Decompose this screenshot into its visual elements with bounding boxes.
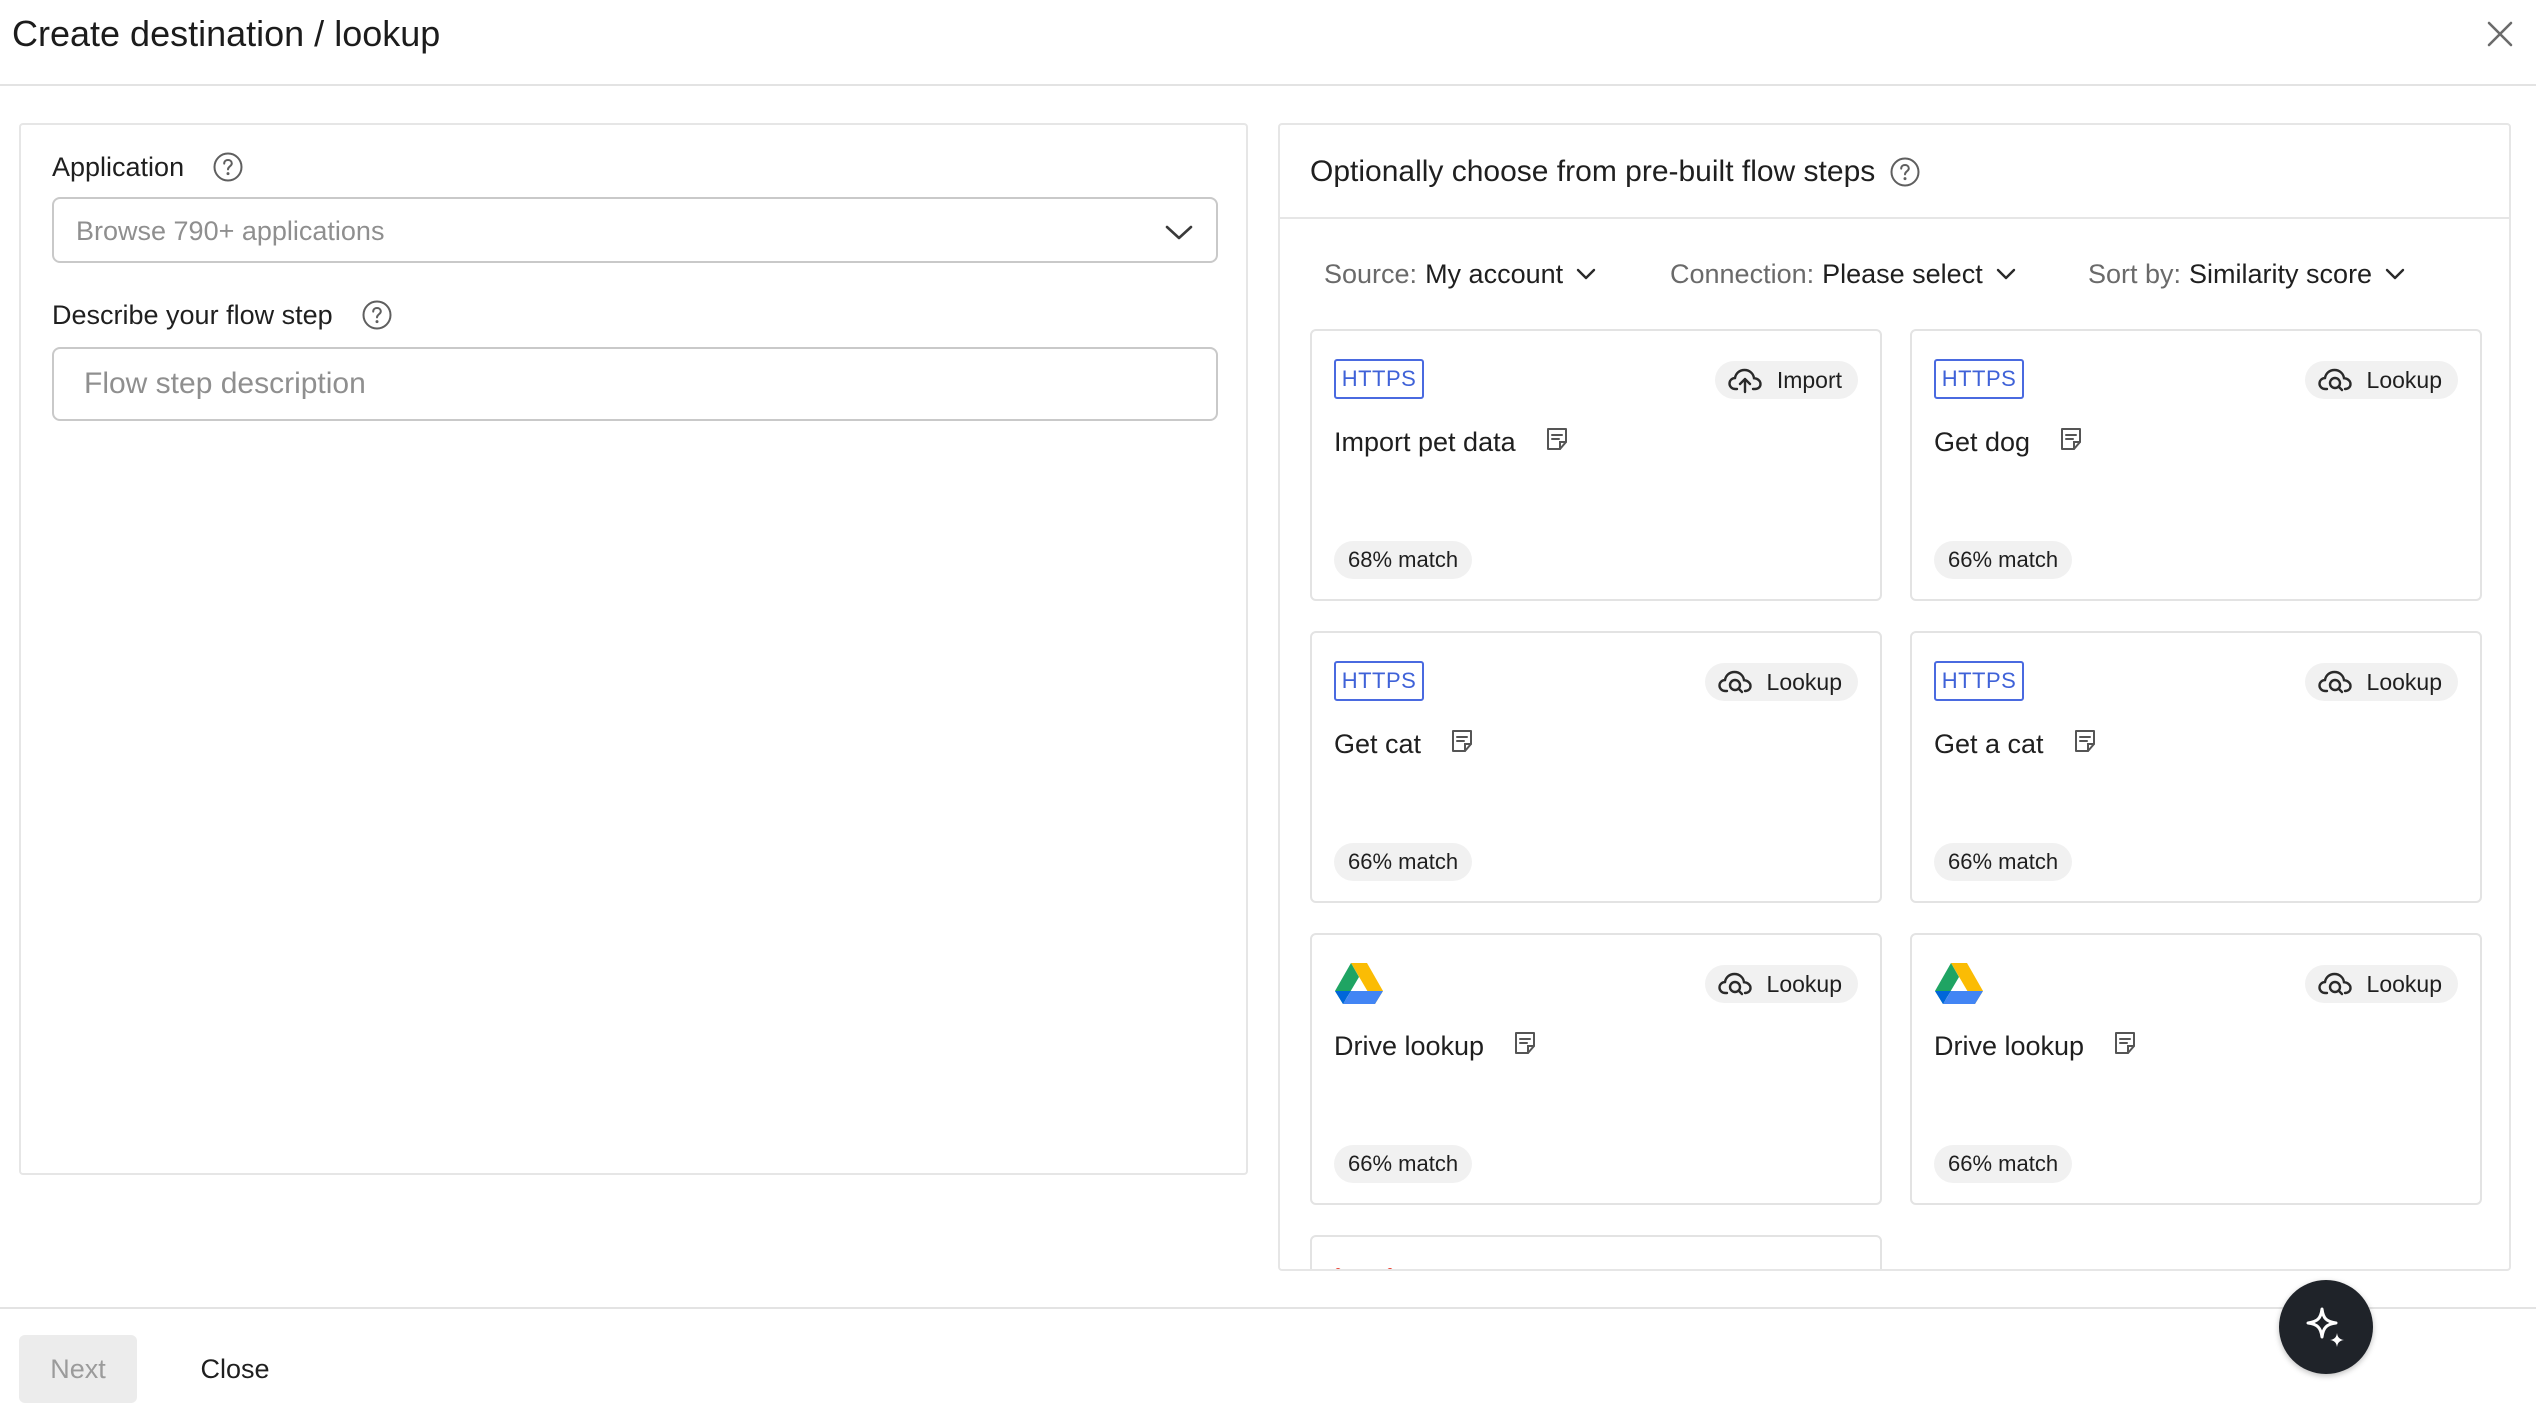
type-label: Lookup [2366, 366, 2442, 393]
https-badge: HTTPS [1334, 661, 1424, 701]
match-score: 66% match [1334, 1145, 1473, 1183]
google-drive-logo [1335, 963, 1383, 1004]
filter-value: My account [1425, 259, 1564, 289]
cloud-search-icon [2317, 368, 2352, 392]
match-score: 66% match [1934, 1145, 2073, 1183]
ai-assistant-button[interactable] [2279, 1280, 2373, 1374]
match-score: 68% match [1334, 541, 1473, 579]
chevron-down-icon [1996, 268, 2015, 280]
match-score: 66% match [1334, 843, 1473, 881]
type-label: Lookup [1766, 970, 1842, 997]
cloud-search-icon [1717, 972, 1752, 996]
prebuilt-steps-panel: Optionally choose from pre-built flow st… [1278, 123, 2511, 1271]
connection-filter[interactable]: Connection: Please select [1670, 257, 2017, 291]
filter-value: Similarity score [2189, 259, 2373, 289]
card-title-row: Get cat [1334, 727, 1475, 761]
close-icon[interactable] [2480, 14, 2520, 54]
note-icon[interactable] [1512, 1030, 1538, 1056]
application-select[interactable]: Browse 790+ applications [52, 197, 1218, 263]
prebuilt-steps-title-row: Optionally choose from pre-built flow st… [1310, 153, 1921, 191]
cloud-search-icon [1717, 670, 1752, 694]
flow-step-card[interactable]: Lookup Drive lookup 66% match [1310, 933, 1882, 1205]
sparkle-icon [2306, 1307, 2344, 1347]
flow-step-card[interactable]: Lookup Drive lookup 66% match [1910, 933, 2482, 1205]
help-icon[interactable] [361, 299, 393, 331]
flow-step-label-row: Describe your flow step [52, 298, 393, 332]
note-icon[interactable] [2072, 728, 2098, 754]
google-drive-logo [1935, 963, 1983, 1004]
type-pill-lookup: Lookup [1704, 663, 1858, 701]
left-panel: Application Browse 790+ applications Des… [19, 123, 1248, 1175]
cloud-upload-icon [1728, 368, 1762, 394]
https-badge: HTTPS [1934, 359, 2024, 399]
filter-key: Sort by: [2088, 259, 2182, 289]
note-icon[interactable] [1544, 426, 1570, 452]
card-title: Drive lookup [1934, 1031, 2085, 1061]
type-pill-lookup: Lookup [2304, 663, 2458, 701]
https-badge: HTTPS [1934, 661, 2024, 701]
cloud-search-icon [2317, 972, 2352, 996]
application-label: Application [52, 152, 185, 182]
type-label: Lookup [1766, 668, 1842, 695]
chevron-down-icon [1165, 225, 1193, 240]
type-label: Lookup [2366, 970, 2442, 997]
help-icon[interactable] [212, 151, 244, 183]
card-title: Drive lookup [1334, 1031, 1485, 1061]
chevron-down-icon [1576, 268, 1596, 280]
card-title-row: Get a cat [1934, 727, 2098, 761]
note-icon[interactable] [2058, 426, 2084, 452]
card-title-row: Get dog [1934, 425, 2084, 459]
help-icon[interactable] [1889, 156, 1921, 188]
note-icon[interactable] [1449, 728, 1475, 754]
note-icon[interactable] [2112, 1030, 2138, 1056]
type-pill-import: Import [1714, 361, 1858, 399]
card-title-row: Drive lookup [1934, 1029, 2138, 1063]
filter-key: Source: [1324, 259, 1418, 289]
flow-step-label: Describe your flow step [52, 300, 333, 330]
type-label: Lookup [2366, 668, 2442, 695]
card-title: Import pet data [1334, 427, 1516, 457]
application-select-placeholder: Browse 790+ applications [76, 216, 385, 246]
close-button[interactable]: Close [180, 1335, 290, 1403]
flow-step-card[interactable]: HTTPS Lookup Get a cat 66% match [1910, 631, 2482, 903]
sort-by-filter[interactable]: Sort by: Similarity score [2088, 257, 2406, 291]
card-title: Get a cat [1934, 729, 2044, 759]
flow-step-card-partial[interactable] [1310, 1235, 1882, 1269]
https-badge: HTTPS [1334, 359, 1424, 399]
match-score: 66% match [1934, 843, 2073, 881]
chevron-down-icon [2385, 268, 2405, 280]
card-title: Get cat [1334, 729, 1422, 759]
flow-step-card[interactable]: HTTPS Import Import pet data 68% match [1310, 329, 1882, 601]
card-title-row: Import pet data [1334, 425, 1570, 459]
card-title-row: Drive lookup [1334, 1029, 1538, 1063]
cloud-search-icon [2317, 670, 2352, 694]
type-pill-lookup: Lookup [2304, 965, 2458, 1003]
filter-key: Connection: [1670, 259, 1815, 289]
match-score: 66% match [1934, 541, 2073, 579]
flow-step-card[interactable]: HTTPS Lookup Get cat 66% match [1310, 631, 1882, 903]
dialog-title: Create destination / lookup [12, 13, 441, 54]
flow-step-card[interactable]: HTTPS Lookup Get dog 66% match [1910, 329, 2482, 601]
prebuilt-steps-header: Optionally choose from pre-built flow st… [1280, 125, 2509, 219]
dialog-header: Create destination / lookup [0, 0, 2536, 86]
type-label: Import [1776, 366, 1842, 393]
dialog-footer: Next Close [0, 1307, 2536, 1420]
flow-step-description-input[interactable] [52, 347, 1218, 421]
type-pill-lookup: Lookup [1704, 965, 1858, 1003]
type-pill-lookup: Lookup [2304, 361, 2458, 399]
card-title: Get dog [1934, 427, 2031, 457]
prebuilt-steps-title: Optionally choose from pre-built flow st… [1310, 155, 1876, 188]
filter-value: Please select [1822, 259, 1983, 289]
next-button[interactable]: Next [19, 1335, 137, 1403]
application-label-row: Application [52, 150, 244, 184]
gmail-logo [1335, 1268, 1393, 1269]
source-filter[interactable]: Source: My account [1324, 257, 1597, 291]
